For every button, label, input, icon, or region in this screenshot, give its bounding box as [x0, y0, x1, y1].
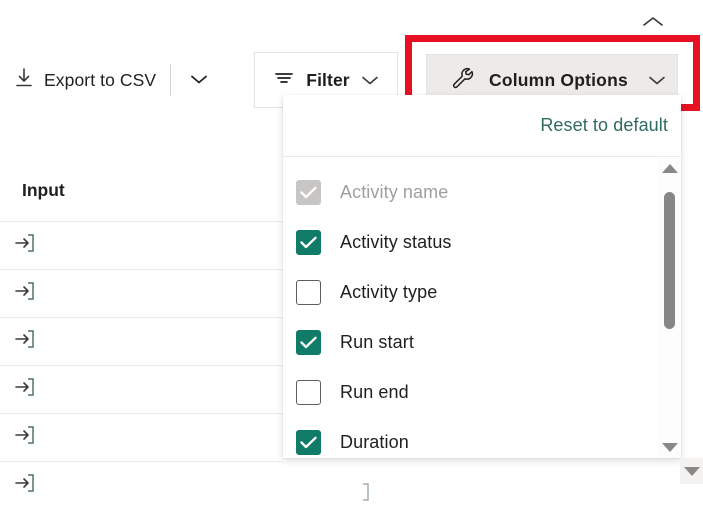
table-row[interactable]: [0, 270, 283, 318]
toolbar-divider: [170, 64, 171, 96]
table-row[interactable]: [0, 318, 283, 366]
column-option-label: Activity status: [340, 232, 452, 253]
export-to-csv-button[interactable]: Export to CSV: [8, 58, 162, 102]
table-row[interactable]: [0, 414, 283, 462]
column-option-label: Run start: [340, 332, 414, 353]
download-icon: [14, 67, 34, 94]
reset-to-default-link[interactable]: Reset to default: [540, 115, 668, 136]
checkbox-checked-icon[interactable]: [296, 430, 321, 455]
filter-label: Filter: [306, 70, 349, 91]
column-header-input[interactable]: Input: [0, 160, 283, 222]
input-arrow-icon: [14, 233, 36, 258]
column-option-run-end[interactable]: Run end: [283, 367, 681, 417]
page-scrollbar-down-arrow[interactable]: [680, 458, 703, 484]
checkbox-checked-icon[interactable]: [296, 330, 321, 355]
scrollbar-thumb[interactable]: [664, 192, 675, 329]
input-arrow-icon: [14, 473, 36, 498]
scrollbar-track[interactable]: [658, 179, 681, 436]
checkbox-unchecked-icon[interactable]: [296, 280, 321, 305]
column-option-label: Activity name: [340, 182, 448, 203]
filter-icon: [273, 69, 295, 92]
checkbox-checked-disabled-icon: [296, 180, 321, 205]
input-arrow-icon: [14, 281, 36, 306]
column-options-list: Activity name Activity status Activity t…: [283, 157, 681, 457]
column-option-label: Activity type: [340, 282, 437, 303]
checkbox-checked-icon[interactable]: [296, 230, 321, 255]
chevron-up-icon[interactable]: [637, 10, 669, 34]
app-root: Input: [0, 0, 703, 506]
triangle-down-icon[interactable]: [658, 436, 681, 458]
triangle-up-icon[interactable]: [658, 157, 681, 179]
table-row-partial[interactable]: [283, 459, 681, 506]
input-arrow-icon: [349, 482, 371, 506]
input-arrow-icon: [14, 425, 36, 450]
column-option-label: Run end: [340, 382, 409, 403]
panel-header: Reset to default: [283, 95, 681, 157]
column-options-label: Column Options: [489, 70, 628, 91]
table-row[interactable]: [0, 222, 283, 270]
column-option-run-start[interactable]: Run start: [283, 317, 681, 367]
column-option-duration[interactable]: Duration: [283, 417, 681, 457]
input-arrow-icon: [14, 329, 36, 354]
table-row[interactable]: [0, 462, 283, 506]
export-chevron-down-icon[interactable]: [182, 60, 216, 98]
activity-table: Input: [0, 160, 283, 506]
column-option-activity-status[interactable]: Activity status: [283, 217, 681, 267]
wrench-icon: [449, 66, 475, 95]
table-row[interactable]: [0, 366, 283, 414]
filter-chevron-down-icon[interactable]: [361, 70, 379, 91]
column-option-activity-name: Activity name: [283, 167, 681, 217]
column-option-label: Duration: [340, 432, 409, 453]
export-to-csv-label: Export to CSV: [44, 70, 156, 91]
panel-scrollbar[interactable]: [658, 157, 681, 458]
checkbox-unchecked-icon[interactable]: [296, 380, 321, 405]
triangle-down-icon: [684, 467, 700, 476]
column-options-chevron-down-icon[interactable]: [648, 75, 666, 86]
input-arrow-icon: [14, 377, 36, 402]
column-option-activity-type[interactable]: Activity type: [283, 267, 681, 317]
column-options-panel: Reset to default Activity name Activity …: [283, 95, 681, 458]
